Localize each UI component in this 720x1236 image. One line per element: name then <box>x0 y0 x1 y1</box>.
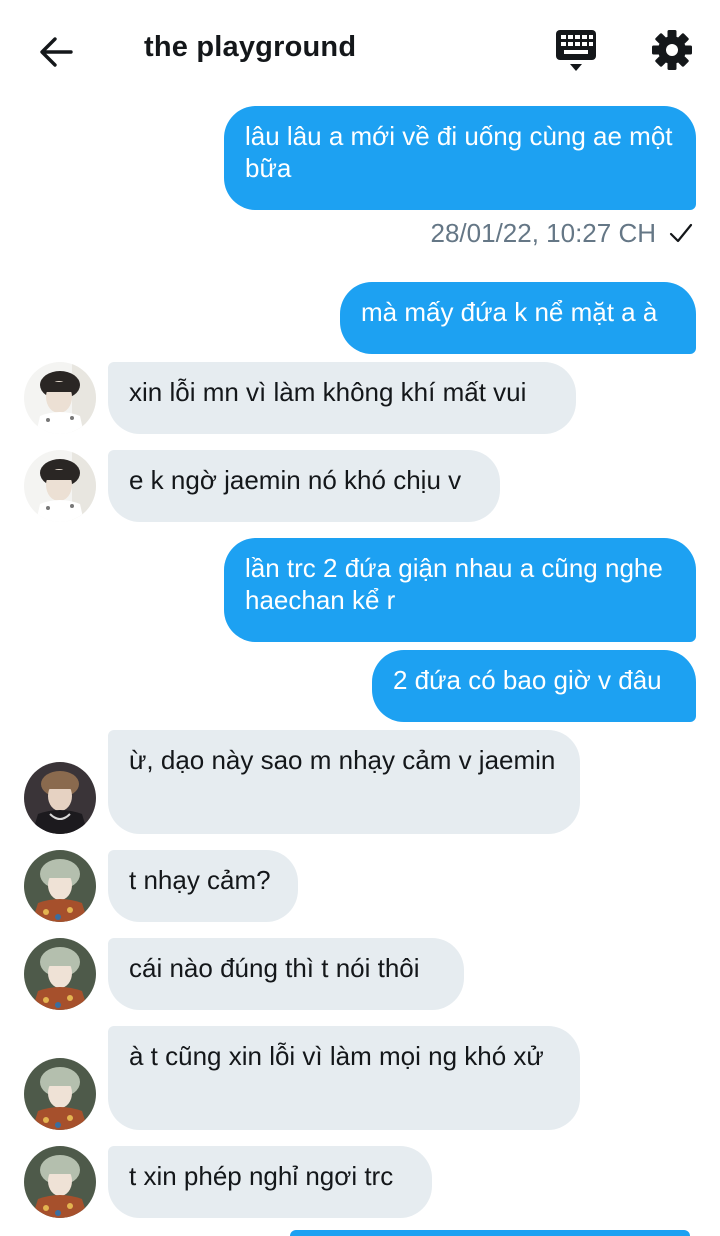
avatar[interactable] <box>24 850 96 922</box>
message-bubble-sent[interactable]: 2 đứa có bao giờ v đâu <box>372 650 696 722</box>
message-bubble-received[interactable]: t xin phép nghỉ ngơi trc <box>108 1146 432 1218</box>
avatar-image <box>24 850 96 922</box>
message-timestamp: 28/01/22, 10:27 CH <box>430 218 657 248</box>
message-bubble-sent[interactable]: lâu lâu a mới về đi uống cùng ae một bữa <box>224 106 696 210</box>
message-bubble-received[interactable]: xin lỗi mn vì làm không khí mất vui <box>108 362 576 434</box>
avatar[interactable] <box>24 450 96 522</box>
message-bubble-received[interactable]: à t cũng xin lỗi vì làm mọi ng khó xử <box>108 1026 580 1130</box>
avatar-image <box>24 938 96 1010</box>
avatar[interactable] <box>24 762 96 834</box>
arrow-left-icon <box>40 37 73 67</box>
check-icon <box>669 223 693 243</box>
settings-button[interactable] <box>650 28 694 72</box>
avatar[interactable] <box>24 1058 96 1130</box>
avatar[interactable] <box>24 938 96 1010</box>
message-bubble-received[interactable]: t nhạy cảm? <box>108 850 298 922</box>
avatar-image <box>24 762 96 834</box>
avatar[interactable] <box>24 362 96 434</box>
keyboard-icon <box>556 30 596 71</box>
avatar[interactable] <box>24 1146 96 1218</box>
message-bubble-received[interactable]: e k ngờ jaemin nó khó chịu v <box>108 450 500 522</box>
message-bubble-received[interactable]: cái nào đúng thì t nói thôi <box>108 938 464 1010</box>
avatar-image <box>24 450 96 522</box>
message-bubble-sent[interactable]: lần trc 2 đứa giận nhau a cũng nghe haec… <box>224 538 696 642</box>
keyboard-button[interactable] <box>552 26 602 74</box>
avatar-image <box>24 1146 96 1218</box>
message-bubble-sent[interactable]: mà mấy đứa k nể mặt a à <box>340 282 696 354</box>
gear-icon <box>652 30 692 70</box>
conversation-title: the playground <box>144 31 357 63</box>
avatar-image <box>24 1058 96 1130</box>
chat-header: the playground <box>0 0 720 100</box>
avatar-image <box>24 362 96 434</box>
message-bubble-sent-partial[interactable] <box>290 1230 690 1236</box>
message-bubble-received[interactable]: ừ, dạo này sao m nhạy cảm v jaemin <box>108 730 580 834</box>
back-button[interactable] <box>34 30 78 74</box>
